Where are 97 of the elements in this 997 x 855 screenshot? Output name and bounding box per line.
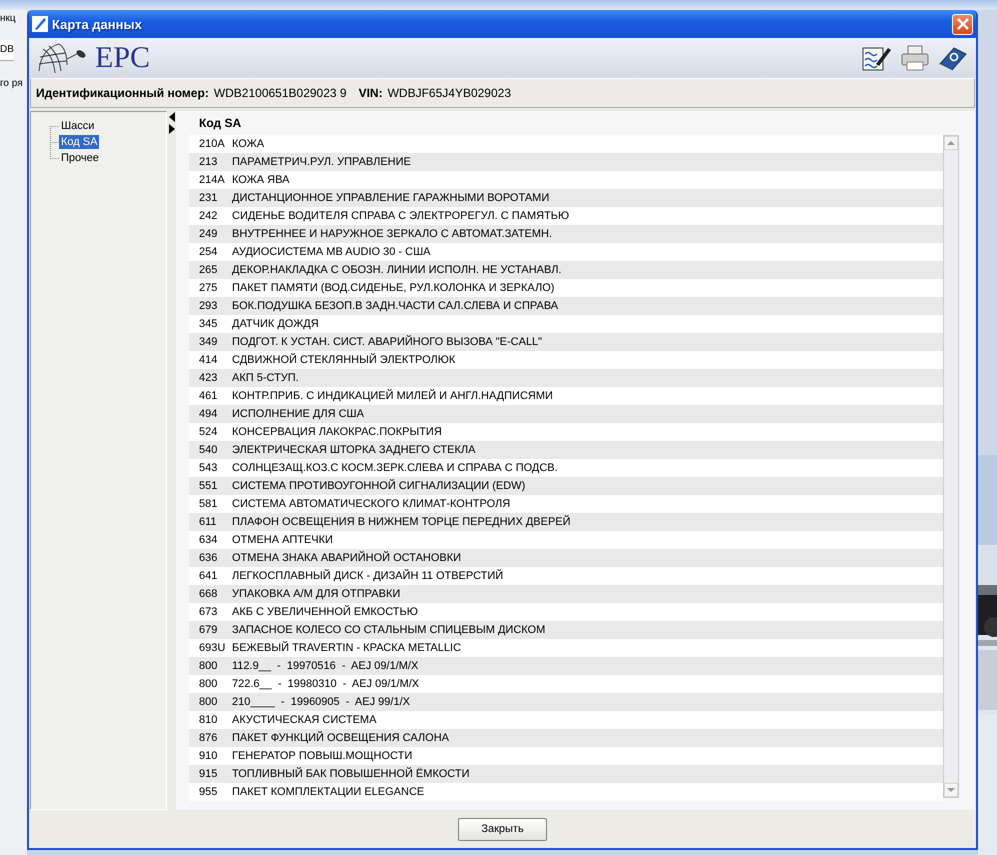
sa-code: 540 — [199, 444, 218, 456]
sa-description: ВНУТРЕННЕЕ И НАРУЖНОЕ ЗЕРКАЛО С АВТОМАТ.ЗАТЕМН. — [232, 228, 552, 240]
sa-description: АКП 5-СТУП. — [232, 372, 299, 384]
scroll-down-icon[interactable] — [944, 783, 958, 797]
sa-description: СИСТЕМА АВТОМАТИЧЕСКОГО КЛИМАТ-КОНТРОЛЯ — [232, 498, 510, 510]
sa-description: ЗАПАСНОЕ КОЛЕСО СО СТАЛЬНЫМ СПИЦЕВЫМ ДИСКОМ — [232, 624, 546, 636]
sa-description: ТОПЛИВНЫЙ БАК ПОВЫШЕННОЙ ЁМКОСТИ — [232, 768, 470, 780]
info-label: Идентификационный номер: — [36, 86, 209, 100]
background-text: нкц — [0, 12, 16, 26]
sa-code: 800 — [199, 696, 218, 708]
sa-description: БЕЖЕВЫЙ TRAVERTIN - КРАСКА METALLIC — [232, 642, 462, 654]
scrollbar[interactable] — [943, 135, 959, 798]
sa-description: АКБ С УВЕЛИЧЕННОЙ ЕМКОСТЬЮ — [232, 606, 418, 618]
printer-icon[interactable] — [900, 44, 930, 72]
sa-code: 668 — [199, 588, 218, 600]
sa-description: СИДЕНЬЕ ВОДИТЕЛЯ СПРАВА С ЭЛЕКТРОРЕГУЛ. С ПАМЯТЬЮ — [232, 210, 570, 222]
close-button[interactable] — [952, 14, 973, 34]
sa-description: ПАКЕТ ФУНКЦИЙ ОСВЕЩЕНИЯ САЛОНА — [232, 732, 449, 744]
close-icon — [956, 18, 968, 30]
sa-code: 423 — [199, 372, 218, 384]
sa-description: АУДИОСИСТЕМА MB AUDIO 30 - США — [232, 246, 431, 258]
sa-code: 275 — [199, 282, 218, 294]
sa-code: 611 — [199, 516, 218, 528]
window-title: Карта данных — [52, 16, 142, 32]
sa-code: 800 — [199, 678, 218, 690]
sa-code: 242 — [199, 210, 218, 222]
sa-description: ЛЕГКОСПЛАВНЫЙ ДИСК - ДИЗАЙН 11 ОТВЕРСТИЙ — [232, 570, 504, 582]
sa-code: 254 — [199, 246, 218, 258]
sa-code: 800 — [199, 660, 218, 672]
sa-description: ОТМЕНА АПТЕЧКИ — [232, 534, 333, 546]
splitter-arrows-icon[interactable] — [168, 112, 174, 134]
sa-description: ДЕКОР.НАКЛАДКА С ОБОЗН. ЛИНИИ ИСПОЛН. НЕ УСТАНАВЛ. — [232, 264, 562, 276]
sa-code: 693U — [199, 642, 226, 654]
sa-code: 915 — [199, 768, 218, 780]
sa-code: 494 — [199, 408, 218, 420]
sa-code: 349 — [199, 336, 218, 348]
tree-item[interactable]: Шасси — [59, 119, 96, 133]
sa-code: 634 — [199, 534, 218, 546]
sa-description: БОК.ПОДУШКА БЕЗОП.В ЗАДН.ЧАСТИ САЛ.СЛЕВА И СПРАВА — [232, 300, 558, 312]
sa-description: ЭЛЕКТРИЧЕСКАЯ ШТОРКА ЗАДНЕГО СТЕКЛА — [232, 444, 476, 456]
sa-code: 214A — [199, 174, 226, 186]
sa-description: 722.6__ - 19980310 - AEJ 09/1/M/X — [232, 678, 420, 690]
sa-code: 414 — [199, 354, 218, 366]
list-title: Код SA — [198, 115, 242, 132]
sa-code: 543 — [199, 462, 218, 474]
sa-description: ДИСТАНЦИОННОЕ УПРАВЛЕНИЕ ГАРАЖНЫМИ ВОРОТАМИ — [232, 192, 550, 204]
scroll-up-icon[interactable] — [944, 136, 958, 150]
sa-code: 249 — [199, 228, 218, 240]
sa-code: 265 — [199, 264, 218, 276]
sa-code: 910 — [199, 750, 218, 762]
sa-description: ОТМЕНА ЗНАКА АВАРИЙНОЙ ОСТАНОВКИ — [232, 552, 462, 564]
info-value: WDBJF65J4YB029023 — [388, 86, 511, 100]
sa-code: 581 — [199, 498, 218, 510]
tree-item[interactable]: Прочее — [59, 151, 101, 165]
info-value: WDB2100651B029023 9 — [214, 86, 347, 100]
sa-description: 112.9__ - 19970516 - AEJ 09/1/M/X — [232, 660, 418, 672]
sa-description: СДВИЖНОЙ СТЕКЛЯННЫЙ ЭЛЕКТРОЛЮК — [232, 354, 456, 366]
sa-code: 524 — [199, 426, 218, 438]
info-label: VIN: — [358, 86, 383, 100]
sa-description: КОЖА ЯВА — [232, 174, 290, 186]
sa-code: 955 — [199, 786, 218, 798]
background-text: го ря — [0, 77, 23, 91]
sa-code: 231 — [199, 192, 218, 204]
sa-description: 210____ - 19960905 - AEJ 99/1/X — [232, 696, 410, 708]
sa-description: ПАКЕТ КОМПЛЕКТАЦИИ ELEGANCE — [232, 786, 424, 798]
sa-description: ПОДГОТ. К УСТАН. СИСТ. АВАРИЙНОГО ВЫЗОВА "E-CALL" — [232, 336, 542, 348]
sa-code: 641 — [199, 570, 218, 582]
sa-description: ПАКЕТ ПАМЯТИ (ВОД.СИДЕНЬЕ, РУЛ.КОЛОНКА И ЗЕРКАЛО) — [232, 282, 554, 294]
sa-code: 679 — [199, 624, 218, 636]
sa-code: 636 — [199, 552, 218, 564]
tree-lines-drawing — [50, 126, 59, 159]
sa-code: 210A — [199, 138, 226, 150]
sa-code: 461 — [199, 390, 218, 402]
sa-description: ДАТЧИК ДОЖДЯ — [232, 318, 319, 330]
sa-description: ПАРАМЕТРИЧ.РУЛ. УПРАВЛЕНИЕ — [232, 156, 411, 168]
sa-code: 293 — [199, 300, 218, 312]
sa-code: 551 — [199, 480, 218, 492]
sa-code: 876 — [199, 732, 218, 744]
sa-code: 673 — [199, 606, 218, 618]
sa-code: 810 — [199, 714, 218, 726]
tree-item[interactable]: Код SA — [59, 135, 100, 149]
background-text: DB — [0, 40, 14, 61]
sa-description: КОЖА — [232, 138, 264, 150]
sa-description: СОЛНЦЕЗАЩ.КОЗ.С КОСМ.ЗЕРК.СЛЕВА И СПРАВА С ПОДСВ. — [232, 462, 558, 474]
logo-text: EPC — [95, 41, 150, 75]
sa-description: ИСПОЛНЕНИЕ ДЛЯ США — [232, 408, 364, 420]
close-dialog-button[interactable]: Закрыть — [458, 818, 547, 840]
sa-code: 213 — [199, 156, 218, 168]
sa-description: УПАКОВКА А/М ДЛЯ ОТПРАВКИ — [232, 588, 400, 600]
sa-description: СИСТЕМА ПРОТИВОУГОННОЙ СИГНАЛИЗАЦИИ (EDW) — [232, 480, 526, 492]
sa-description: ПЛАФОН ОСВЕЩЕНИЯ В НИЖНЕМ ТОРЦЕ ПЕРЕДНИХ ДВЕРЕЙ — [232, 516, 571, 528]
pen-icon — [32, 16, 48, 32]
sa-description: ГЕНЕРАТОР ПОВЫШ.МОЩНОСТИ — [232, 750, 412, 762]
sa-code: 345 — [199, 318, 218, 330]
sa-description: КОНСЕРВАЦИЯ ЛАКОКРАС.ПОКРЫТИЯ — [232, 426, 442, 438]
sa-description: АКУСТИЧЕСКАЯ СИСТЕМА — [232, 714, 376, 726]
sa-description: КОНТР.ПРИБ. С ИНДИКАЦИЕЙ МИЛЕЙ И АНГЛ.НАДПИСЯМИ — [232, 390, 553, 402]
